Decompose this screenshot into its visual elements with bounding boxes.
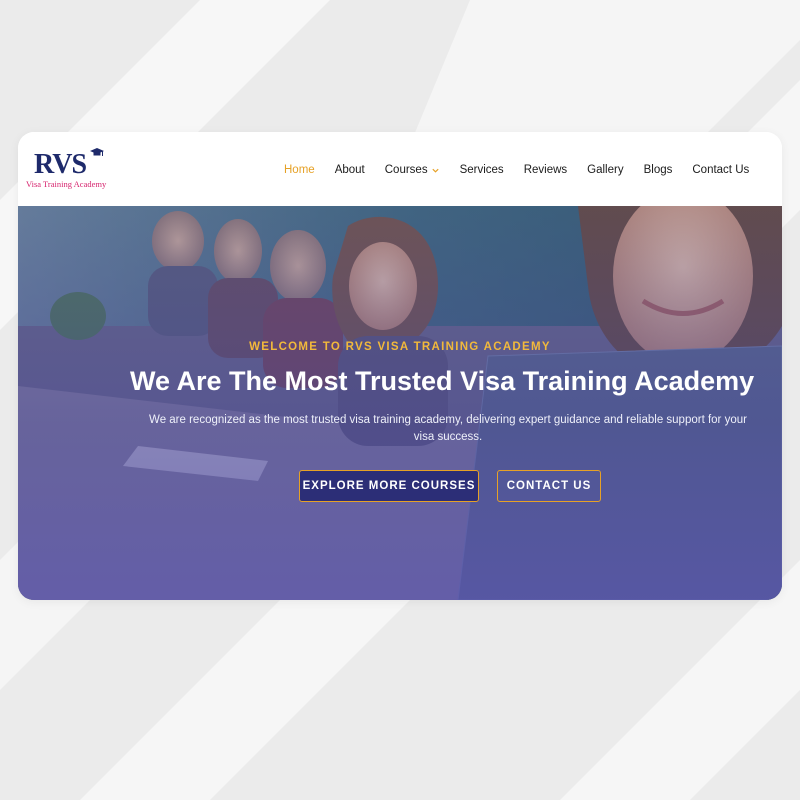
- main-nav: Home About Courses Services Reviews Gall…: [284, 160, 749, 180]
- nav-reviews[interactable]: Reviews: [524, 164, 567, 176]
- hero-content: WELCOME TO RVS VISA TRAINING ACADEMY We …: [18, 206, 782, 600]
- hero-subtext: We are recognized as the most trusted vi…: [149, 414, 747, 443]
- hero-section: WELCOME TO RVS VISA TRAINING ACADEMY We …: [18, 206, 782, 600]
- nav-contact-us[interactable]: Contact Us: [692, 164, 749, 176]
- hero-headline: We Are The Most Trusted Visa Training Ac…: [130, 366, 755, 396]
- site-header: RVS Visa Training Academy Home About Cou…: [18, 132, 782, 206]
- contact-us-button[interactable]: CONTACT US: [497, 470, 601, 502]
- nav-home[interactable]: Home: [284, 164, 315, 176]
- explore-courses-button[interactable]: EXPLORE MORE COURSES: [299, 470, 479, 502]
- nav-services[interactable]: Services: [460, 164, 504, 176]
- nav-courses-label: Courses: [384, 164, 428, 176]
- logo-mark: RVS: [34, 149, 87, 180]
- graduation-cap-icon: [90, 148, 104, 156]
- nav-courses[interactable]: Courses: [385, 164, 440, 176]
- hero-eyebrow: WELCOME TO RVS VISA TRAINING ACADEMY: [249, 341, 551, 353]
- nav-blogs[interactable]: Blogs: [644, 164, 673, 176]
- browser-window: RVS Visa Training Academy Home About Cou…: [18, 132, 782, 600]
- chevron-down-icon: [431, 168, 439, 173]
- nav-about[interactable]: About: [335, 164, 365, 176]
- nav-gallery[interactable]: Gallery: [587, 164, 623, 176]
- site-logo[interactable]: RVS Visa Training Academy: [24, 148, 114, 190]
- logo-tagline: Visa Training Academy: [26, 179, 107, 189]
